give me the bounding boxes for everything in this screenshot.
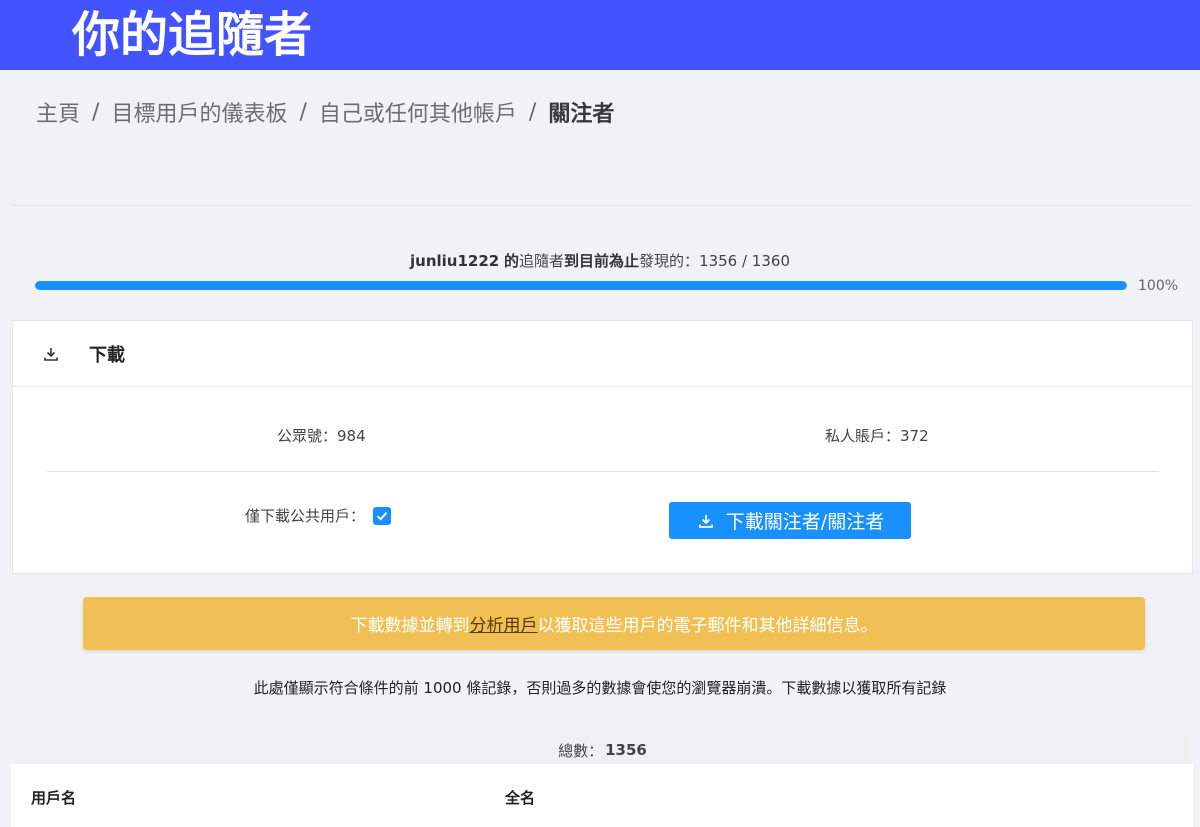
download-card: 下載 公眾號：984 私人賬戶：372 僅下載公共用戶： 下載關注者/關注者	[12, 320, 1193, 574]
app-header: 你的追隨者	[0, 0, 1200, 70]
checkmark-icon	[376, 511, 388, 521]
download-icon	[696, 511, 716, 531]
progress-status: junliu1222 的追隨者到目前為止發現的：1356 / 1360	[0, 250, 1200, 271]
progress-bar	[35, 281, 1127, 290]
download-card-title: 下載	[89, 344, 125, 366]
breadcrumb-separator: /	[92, 99, 100, 125]
total-value: 1356	[605, 741, 647, 759]
alert-text-after: 以獲取這些用戶的電子郵件和其他詳細信息。	[537, 616, 878, 636]
breadcrumb-dashboard[interactable]: 目標用戶的儀表板	[111, 96, 287, 128]
breadcrumb-separator: /	[528, 99, 537, 125]
progress-text-found: 發現的：1356 / 1360	[639, 252, 790, 270]
total-label: 總數：	[558, 741, 604, 760]
breadcrumb-current: 關注者	[548, 102, 615, 127]
progress-bar-fill	[35, 281, 1127, 290]
column-username[interactable]: 用戶名	[31, 787, 76, 808]
analyze-users-link[interactable]: 分析用戶	[470, 611, 538, 636]
breadcrumb-account[interactable]: 自己或任何其他帳戶	[319, 96, 517, 128]
progress-percent: 100%	[1138, 278, 1179, 294]
card-divider	[47, 471, 1159, 472]
page-title: 你的追隨者	[72, 7, 313, 63]
only-public-option: 僅下載公共用戶：	[245, 505, 392, 526]
total-count: 總數： 1356	[15, 736, 1190, 764]
progress-username: junliu1222	[410, 252, 500, 270]
section-divider	[12, 205, 1192, 206]
analyze-alert: 下載數據並轉到 分析用戶 以獲取這些用戶的電子郵件和其他詳細信息。	[83, 597, 1145, 650]
private-count: 私人賬戶：372	[825, 427, 929, 445]
alert-text-before: 下載數據並轉到	[350, 616, 470, 636]
download-followers-button-label: 下載關注者/關注者	[725, 511, 885, 533]
progress-text-de: 的	[504, 252, 520, 270]
breadcrumb: 主頁 / 目標用戶的儀表板 / 自己或任何其他帳戶 / 關注者	[36, 96, 614, 128]
column-fullname[interactable]: 全名	[505, 787, 535, 808]
breadcrumb-home[interactable]: 主頁	[36, 96, 80, 128]
table-header: 用戶名 全名	[11, 764, 1193, 827]
only-public-label: 僅下載公共用戶：	[245, 507, 366, 525]
download-followers-button[interactable]: 下載關注者/關注者	[669, 502, 911, 539]
download-icon	[41, 344, 61, 364]
download-card-header[interactable]: 下載	[13, 321, 1192, 387]
public-count: 公眾號：984	[277, 427, 366, 445]
progress-text-sofar: 到目前為止	[564, 252, 640, 270]
only-public-checkbox[interactable]	[373, 506, 392, 525]
records-notice: 此處僅顯示符合條件的前 1000 條記錄，否則過多的數據會使您的瀏覽器崩潰。下載…	[253, 679, 947, 697]
breadcrumb-separator: /	[299, 99, 307, 125]
progress-text-followers: 追隨者	[519, 252, 565, 270]
